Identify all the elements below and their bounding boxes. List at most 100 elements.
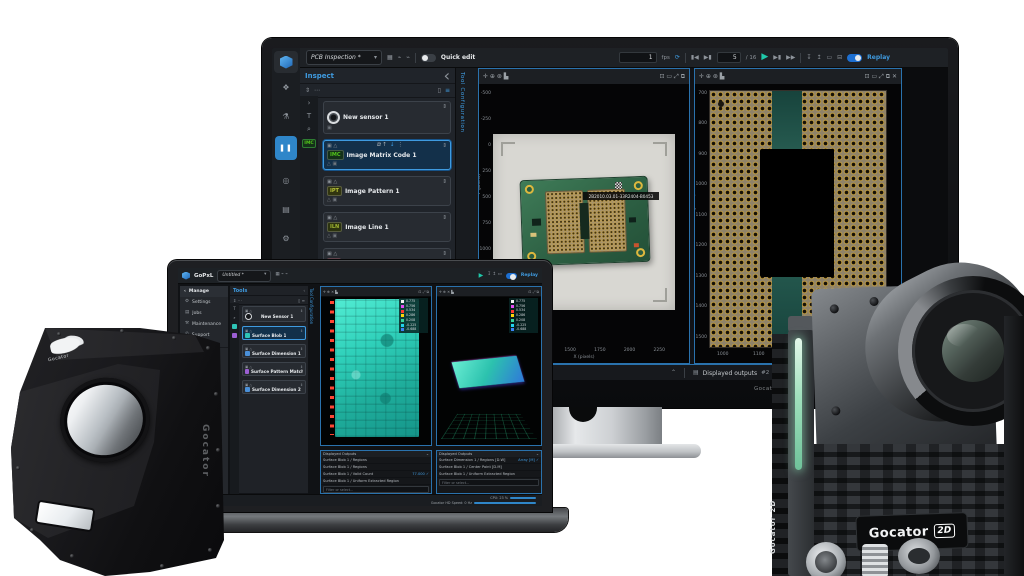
save-icon[interactable]: ▦ (387, 55, 393, 61)
frame-select[interactable]: 5 (717, 52, 741, 63)
play-icon[interactable]: ▶ (479, 273, 484, 279)
viewport-tools-left[interactable]: ✛ ⊕ ⊛ ▙ (699, 73, 724, 80)
nav-rail-icon[interactable]: ⚗ (275, 107, 297, 125)
tool-name: Image Pattern 1 (345, 188, 400, 195)
nav-rail-icon[interactable]: ◎ (275, 171, 297, 189)
viewport-tools-right[interactable]: ⊡ ▭ ⤢ ⧉ (659, 73, 685, 81)
tool-card[interactable]: ▣ △ ⇕ IPT Image Pattern 1 △ ▣ (323, 176, 451, 206)
download-icon[interactable]: ↧ (806, 55, 811, 61)
chevron-down-icon: ▾ (264, 273, 266, 278)
tool-card[interactable]: ▣ △⇕ Surface Dimension 1 (242, 344, 306, 358)
heightmap-viewport[interactable]: ✛ ⊕ ✕ ▙ ⊡ ⤢ ⧉ 0.775 0.756 0.534 (320, 286, 432, 446)
collapse-panel-icon[interactable]: ⌃ (671, 370, 676, 376)
tool-card-actions[interactable]: ⧉ ↑↓⋮ (377, 142, 403, 149)
tool-name: Surface Dimension 1 (252, 351, 301, 356)
tool-card[interactable]: ▣ △ ⧉ ↑↓⋮ ⇕ IMC Image Matrix Code 1 △ ▣ (323, 140, 451, 170)
legend-row: 0.775 (401, 300, 426, 303)
3d-grid-floor (441, 414, 537, 439)
legend-value: 0.775 (406, 300, 415, 303)
export-icons[interactable]: ↧ ↥ ▭ (487, 273, 502, 278)
sort-icon[interactable]: ⇕ (305, 88, 310, 94)
viewport-tools-left[interactable]: ✛ ⊕ ⊛ ▙ (483, 73, 508, 80)
tool-name: New sensor 1 (343, 114, 389, 121)
toolbar-icons[interactable]: ▦ ⌁ ⌁ (275, 273, 288, 278)
replay-toggle[interactable] (506, 273, 517, 279)
viewport-tools-left[interactable]: ✛ ⊕ ✕ ▙ (323, 290, 338, 294)
output-row[interactable]: Surface Dimension 1 / Regions [D.W]Array… (437, 457, 541, 464)
reorder-icon[interactable]: ⇕ (442, 251, 447, 257)
trash-icon[interactable]: ▯ (438, 88, 441, 94)
skip-end-icon[interactable]: ▶▮ (704, 55, 712, 61)
nav-rail-icon[interactable]: ❚❚ (275, 136, 297, 160)
screw (172, 336, 176, 340)
skip-start-icon[interactable]: ▮◀ (691, 55, 699, 61)
tool-card[interactable]: ▣ △⇕ Surface Dimension 2 (242, 380, 306, 394)
tool-card[interactable]: ▣ △⇕ New Sensor 1 (242, 306, 306, 322)
tool-card[interactable]: ⇕ New sensor 1 ▣ (323, 101, 451, 134)
fast-forward-icon[interactable]: ▶▶ (786, 55, 795, 61)
sidebar-header[interactable]: ‹ Manage (180, 286, 228, 297)
sensor-icon[interactable]: ⌁ (398, 55, 402, 61)
gocator-3d-sensor: Gocator Gocator (8, 306, 240, 576)
text-tool-icon[interactable]: T (307, 113, 311, 120)
gopxl-logo-icon (182, 272, 190, 280)
sensor-sync-icon[interactable]: ⌁ (406, 55, 410, 61)
list-view-icon[interactable]: ≡ (445, 88, 450, 94)
record-icon[interactable]: ▭ (826, 55, 832, 61)
sort-icons[interactable]: ⇕ ⋯ (233, 298, 242, 303)
displayed-outputs-label[interactable]: Displayed outputs (703, 370, 757, 377)
tool-card[interactable]: ▣ △⇕ Surface Blob 1 (242, 326, 306, 340)
quick-edit-toggle[interactable] (421, 54, 436, 62)
output-row[interactable]: Surface Blob 1 / Regions (321, 464, 431, 471)
viewport-tools-right[interactable]: ⊡ ⤢ ⧉ (419, 290, 429, 294)
filter-dropdown[interactable]: Filter or select... (439, 479, 539, 486)
reorder-icon[interactable]: ⇕ (442, 143, 447, 149)
output-row[interactable]: Surface Blob 1 / Uniform Extracted Regio… (321, 478, 431, 485)
nav-rail-icon[interactable]: ❖ (275, 78, 297, 96)
delete-icon[interactable]: ⊟ (837, 55, 842, 61)
app-logo[interactable] (274, 51, 298, 73)
list-icons[interactable]: ▯ ≡ (298, 298, 305, 303)
replay-toggle[interactable] (847, 54, 862, 62)
loop-icon[interactable]: ⟳ (675, 55, 680, 61)
upload-icon[interactable]: ↥ (816, 55, 821, 61)
viewport-tools-right[interactable]: ⊡ ⤢ ⧉ (529, 290, 539, 294)
output-row[interactable]: Surface Blob 1 / Center Point [D.M] (437, 464, 541, 471)
viewport-tools-right[interactable]: ⊡ ▭ ⤢ ⧉ ✕ (865, 73, 897, 81)
job-dropdown[interactable]: Untitled *▾ (217, 270, 271, 282)
viewport-tools-left[interactable]: ✛ ⊕ ✕ ▙ (439, 290, 454, 294)
more-icon[interactable]: ⋯ (314, 88, 320, 94)
imc-category-badge[interactable]: IMC (302, 139, 315, 148)
output-row[interactable]: Surface Blob 1 / Valid Count77.000 ✓ (321, 471, 431, 478)
legend-row: -0.688 (401, 328, 426, 331)
reorder-icon[interactable]: ⇕ (442, 179, 447, 185)
legend-value: 0.208 (516, 319, 525, 322)
legend-color-chip (511, 310, 514, 313)
job-dropdown[interactable]: PCB Inspection * ▾ (306, 50, 382, 65)
collapse-icon[interactable]: ‹ (303, 289, 305, 293)
screw (831, 406, 840, 415)
tool-card[interactable]: ▣ △ ⇕ ILN Image Line 1 △ ▣ (323, 212, 451, 242)
search-icon[interactable]: ⌕ (307, 126, 311, 133)
tool-card[interactable]: ▣ △⇕ Surface Pattern Matching 1 (242, 362, 306, 376)
reorder-icon[interactable]: ⇕ (442, 215, 447, 221)
tool-card-icons: ⇕ (327, 103, 447, 110)
gold-pad (525, 185, 534, 194)
output-row[interactable]: Surface Blob 1 / Regions (321, 457, 431, 464)
x-tick: 1000 (717, 352, 728, 357)
nav-rail-icon[interactable]: ▤ (275, 200, 297, 218)
monitor-stand-base (537, 444, 701, 458)
play-icon[interactable]: ▶ (761, 53, 768, 62)
tool-card-main: Surface Blob 1 (245, 333, 303, 338)
step-forward-icon[interactable]: ▶▮ (773, 55, 781, 61)
viewport-3d[interactable]: ✛ ⊕ ✕ ▙ ⊡ ⤢ ⧉ 0.775 0.756 0.534 (436, 286, 542, 446)
expand-icon[interactable]: › (308, 100, 311, 107)
output-row[interactable]: Surface Blob 1 / Uniform Extracted Regio… (437, 471, 541, 478)
job-name: PCB Inspection * (311, 54, 361, 61)
frame-input[interactable]: 1 (619, 52, 657, 63)
filter-dropdown[interactable]: Filter or select... (323, 486, 429, 493)
reorder-icon[interactable]: ⇕ (442, 104, 447, 110)
collapse-icon[interactable]: ‹ (444, 68, 450, 84)
scene: ❖⚗❚❚◎▤⚙ PCB Inspection * ▾ ▦ ⌁ ⌁ Quick e… (0, 0, 1024, 576)
nav-rail-icon[interactable]: ⚙ (275, 229, 297, 247)
